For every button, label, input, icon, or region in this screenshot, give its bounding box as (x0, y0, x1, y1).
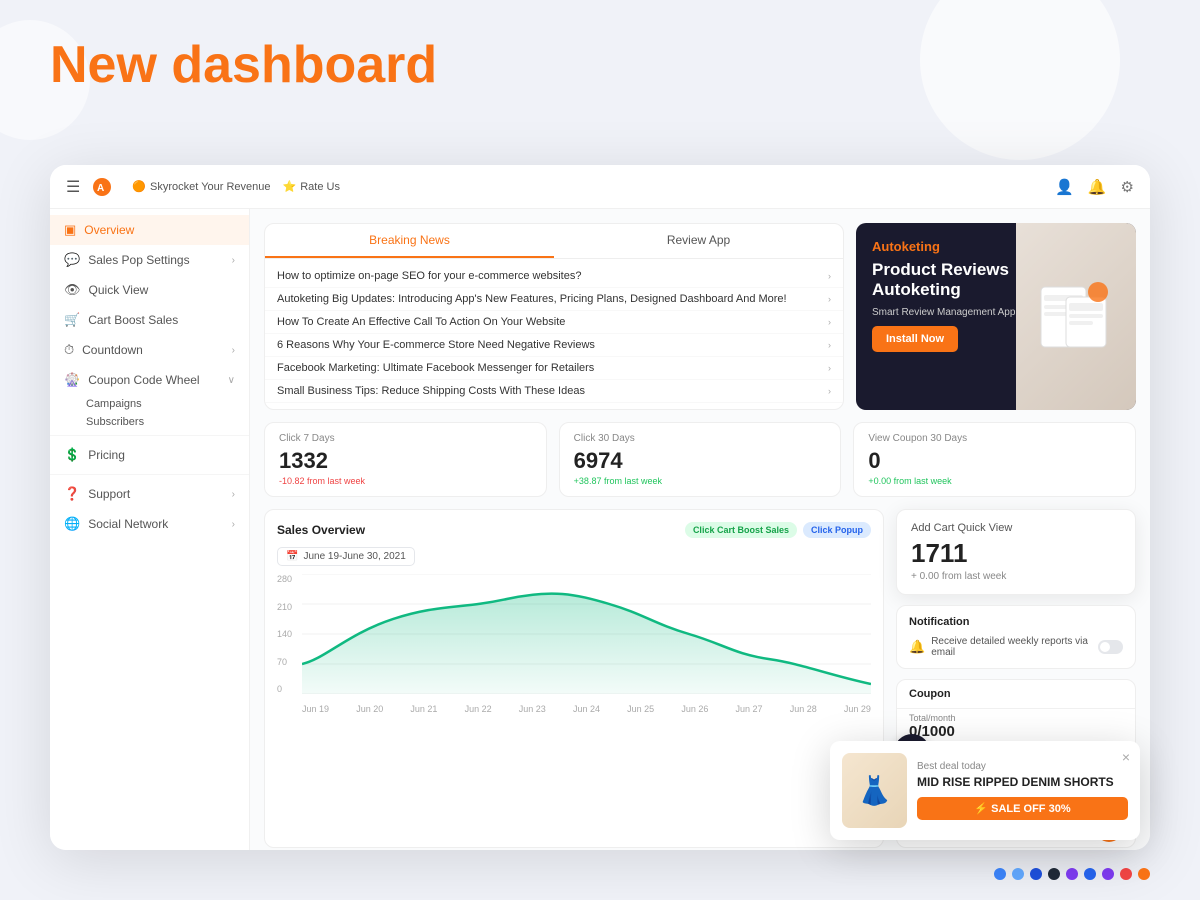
toggle-knob (1100, 642, 1110, 652)
top-section: Breaking News Review App How to optimize… (264, 223, 1136, 410)
user-icon[interactable]: 👤 (1055, 178, 1074, 196)
sidebar-item-coupon-wheel[interactable]: 🎡 Coupon Code Wheel ∨ (50, 365, 249, 395)
topbar: ☰ A 🟠 Skyrocket Your Revenue ⭐ Rate Us 👤… (50, 165, 1150, 209)
sidebar-item-pricing[interactable]: 💲 Pricing (50, 440, 249, 470)
metric-view-coupon: View Coupon 30 Days 0 +0.00 from last we… (853, 422, 1136, 497)
chart-container: 280 210 140 70 0 (277, 574, 871, 714)
color-dot-0[interactable] (994, 868, 1006, 880)
news-item[interactable]: Autoketing Big Updates: Introducing App'… (265, 288, 843, 311)
best-deal-popup: 👗 Best deal today MID RISE RIPPED DENIM … (830, 741, 1140, 840)
arrow-icon-4: › (232, 489, 235, 500)
news-tabs: Breaking News Review App (265, 224, 843, 259)
promo-image (1016, 223, 1136, 410)
quickview-icon: 👁 (64, 282, 81, 298)
chart-x-labels: Jun 19 Jun 20 Jun 21 Jun 22 Jun 23 Jun 2… (302, 704, 871, 714)
arrow-icon-3: ∨ (228, 375, 235, 386)
notification-toggle[interactable] (1098, 640, 1123, 654)
sidebar: ▣ Overview 💬 Sales Pop Settings › 👁 Quic… (50, 209, 250, 850)
color-dot-6[interactable] (1102, 868, 1114, 880)
sidebar-item-countdown[interactable]: ⏱ Countdown › (50, 335, 249, 365)
page-title: New dashboard (50, 35, 437, 95)
metric-click-7days: Click 7 Days 1332 -10.82 from last week (264, 422, 547, 497)
metric-click-30days: Click 30 Days 6974 +38.87 from last week (559, 422, 842, 497)
news-item[interactable]: How to optimize on-page SEO for your e-c… (265, 265, 843, 288)
news-arrow: › (828, 363, 831, 373)
color-dot-8[interactable] (1138, 868, 1150, 880)
promo-title: Product Reviews Autoketing (872, 260, 1032, 301)
promo-banner: Autoketing Product Reviews Autoketing Sm… (856, 223, 1136, 410)
promo-install-button[interactable]: Install Now (872, 326, 958, 352)
sales-badges: Click Cart Boost Sales Click Popup (685, 522, 871, 538)
sidebar-item-overview[interactable]: ▣ Overview (50, 215, 249, 245)
color-dot-3[interactable] (1048, 868, 1060, 880)
deal-info: Best deal today MID RISE RIPPED DENIM SH… (917, 761, 1128, 820)
social-icon: 🌐 (64, 516, 80, 532)
salespop-icon: 💬 (64, 252, 80, 268)
support-icon: ❓ (64, 486, 80, 502)
metrics-row: Click 7 Days 1332 -10.82 from last week … (264, 422, 1136, 497)
topbar-icons: 👤 🔔 ⚙ (1055, 178, 1134, 196)
tab-breaking-news[interactable]: Breaking News (265, 224, 554, 258)
sidebar-divider (50, 435, 249, 436)
promo-subtitle: Smart Review Management App (872, 307, 1032, 318)
sidebar-item-social[interactable]: 🌐 Social Network › (50, 509, 249, 539)
news-item[interactable]: Small Business Tips: Reduce Shipping Cos… (265, 380, 843, 403)
tab-review-app[interactable]: Review App (554, 224, 843, 258)
notification-card: Notification 🔔 Receive detailed weekly r… (896, 605, 1136, 669)
news-item[interactable]: Facebook Marketing: Ultimate Facebook Me… (265, 357, 843, 380)
news-arrow: › (828, 317, 831, 327)
overview-icon: ▣ (64, 222, 76, 238)
chart-y-labels: 280 210 140 70 0 (277, 574, 292, 694)
arrow-icon-2: › (232, 345, 235, 356)
color-dot-1[interactable] (1012, 868, 1024, 880)
coupon-total: Total/month 0/1000 (897, 709, 1135, 744)
news-arrow: › (828, 340, 831, 350)
color-dots (994, 868, 1150, 880)
sidebar-sub-campaigns[interactable]: Campaigns (50, 395, 249, 413)
topbar-rate[interactable]: ⭐ Rate Us (283, 180, 340, 193)
countdown-icon: ⏱ (64, 342, 74, 358)
arrow-icon: › (232, 255, 235, 266)
deal-sale-button[interactable]: ⚡ SALE OFF 30% (917, 797, 1128, 820)
news-arrow: › (828, 294, 831, 304)
bg-circle-1 (920, 0, 1120, 160)
notification-row: 🔔 Receive detailed weekly reports via em… (909, 636, 1123, 658)
sidebar-item-sales-pop[interactable]: 💬 Sales Pop Settings › (50, 245, 249, 275)
settings-icon[interactable]: ⚙ (1121, 178, 1134, 196)
color-dot-7[interactable] (1120, 868, 1132, 880)
color-dot-2[interactable] (1030, 868, 1042, 880)
sidebar-item-support[interactable]: ❓ Support › (50, 479, 249, 509)
sidebar-item-quick-view[interactable]: 👁 Quick View (50, 275, 249, 305)
sales-header: Sales Overview Click Cart Boost Sales Cl… (277, 522, 871, 538)
topbar-logo: A (92, 177, 112, 197)
topbar-promote[interactable]: 🟠 Skyrocket Your Revenue (132, 180, 270, 193)
news-card: Breaking News Review App How to optimize… (264, 223, 844, 410)
notification-icon[interactable]: 🔔 (1088, 178, 1107, 196)
arrow-icon-5: › (232, 519, 235, 530)
deal-image: 👗 (842, 753, 907, 828)
sidebar-divider-2 (50, 474, 249, 475)
cart-icon: 🛒 (64, 312, 80, 328)
sales-card: Sales Overview Click Cart Boost Sales Cl… (264, 509, 884, 848)
quick-view-card: Add Cart Quick View 1711 + 0.00 from las… (896, 509, 1136, 595)
sidebar-item-cart-boost[interactable]: 🛒 Cart Boost Sales (50, 305, 249, 335)
sidebar-sub-subscribers[interactable]: Subscribers (50, 413, 249, 431)
pricing-icon: 💲 (64, 447, 80, 463)
news-arrow: › (828, 386, 831, 396)
svg-text:A: A (97, 183, 104, 194)
promo-logo: Autoketing (872, 239, 1032, 254)
chart-area (302, 574, 871, 694)
color-dot-5[interactable] (1084, 868, 1096, 880)
news-arrow: › (828, 271, 831, 281)
news-item[interactable]: How To Create An Effective Call To Actio… (265, 311, 843, 334)
menu-icon[interactable]: ☰ (66, 177, 80, 197)
news-list: How to optimize on-page SEO for your e-c… (265, 259, 843, 409)
color-dot-4[interactable] (1066, 868, 1078, 880)
wheel-icon: 🎡 (64, 372, 80, 388)
date-range[interactable]: 📅 June 19-June 30, 2021 (277, 547, 415, 566)
deal-close-button[interactable]: × (1122, 749, 1130, 765)
news-item[interactable]: 6 Reasons Why Your E-commerce Store Need… (265, 334, 843, 357)
